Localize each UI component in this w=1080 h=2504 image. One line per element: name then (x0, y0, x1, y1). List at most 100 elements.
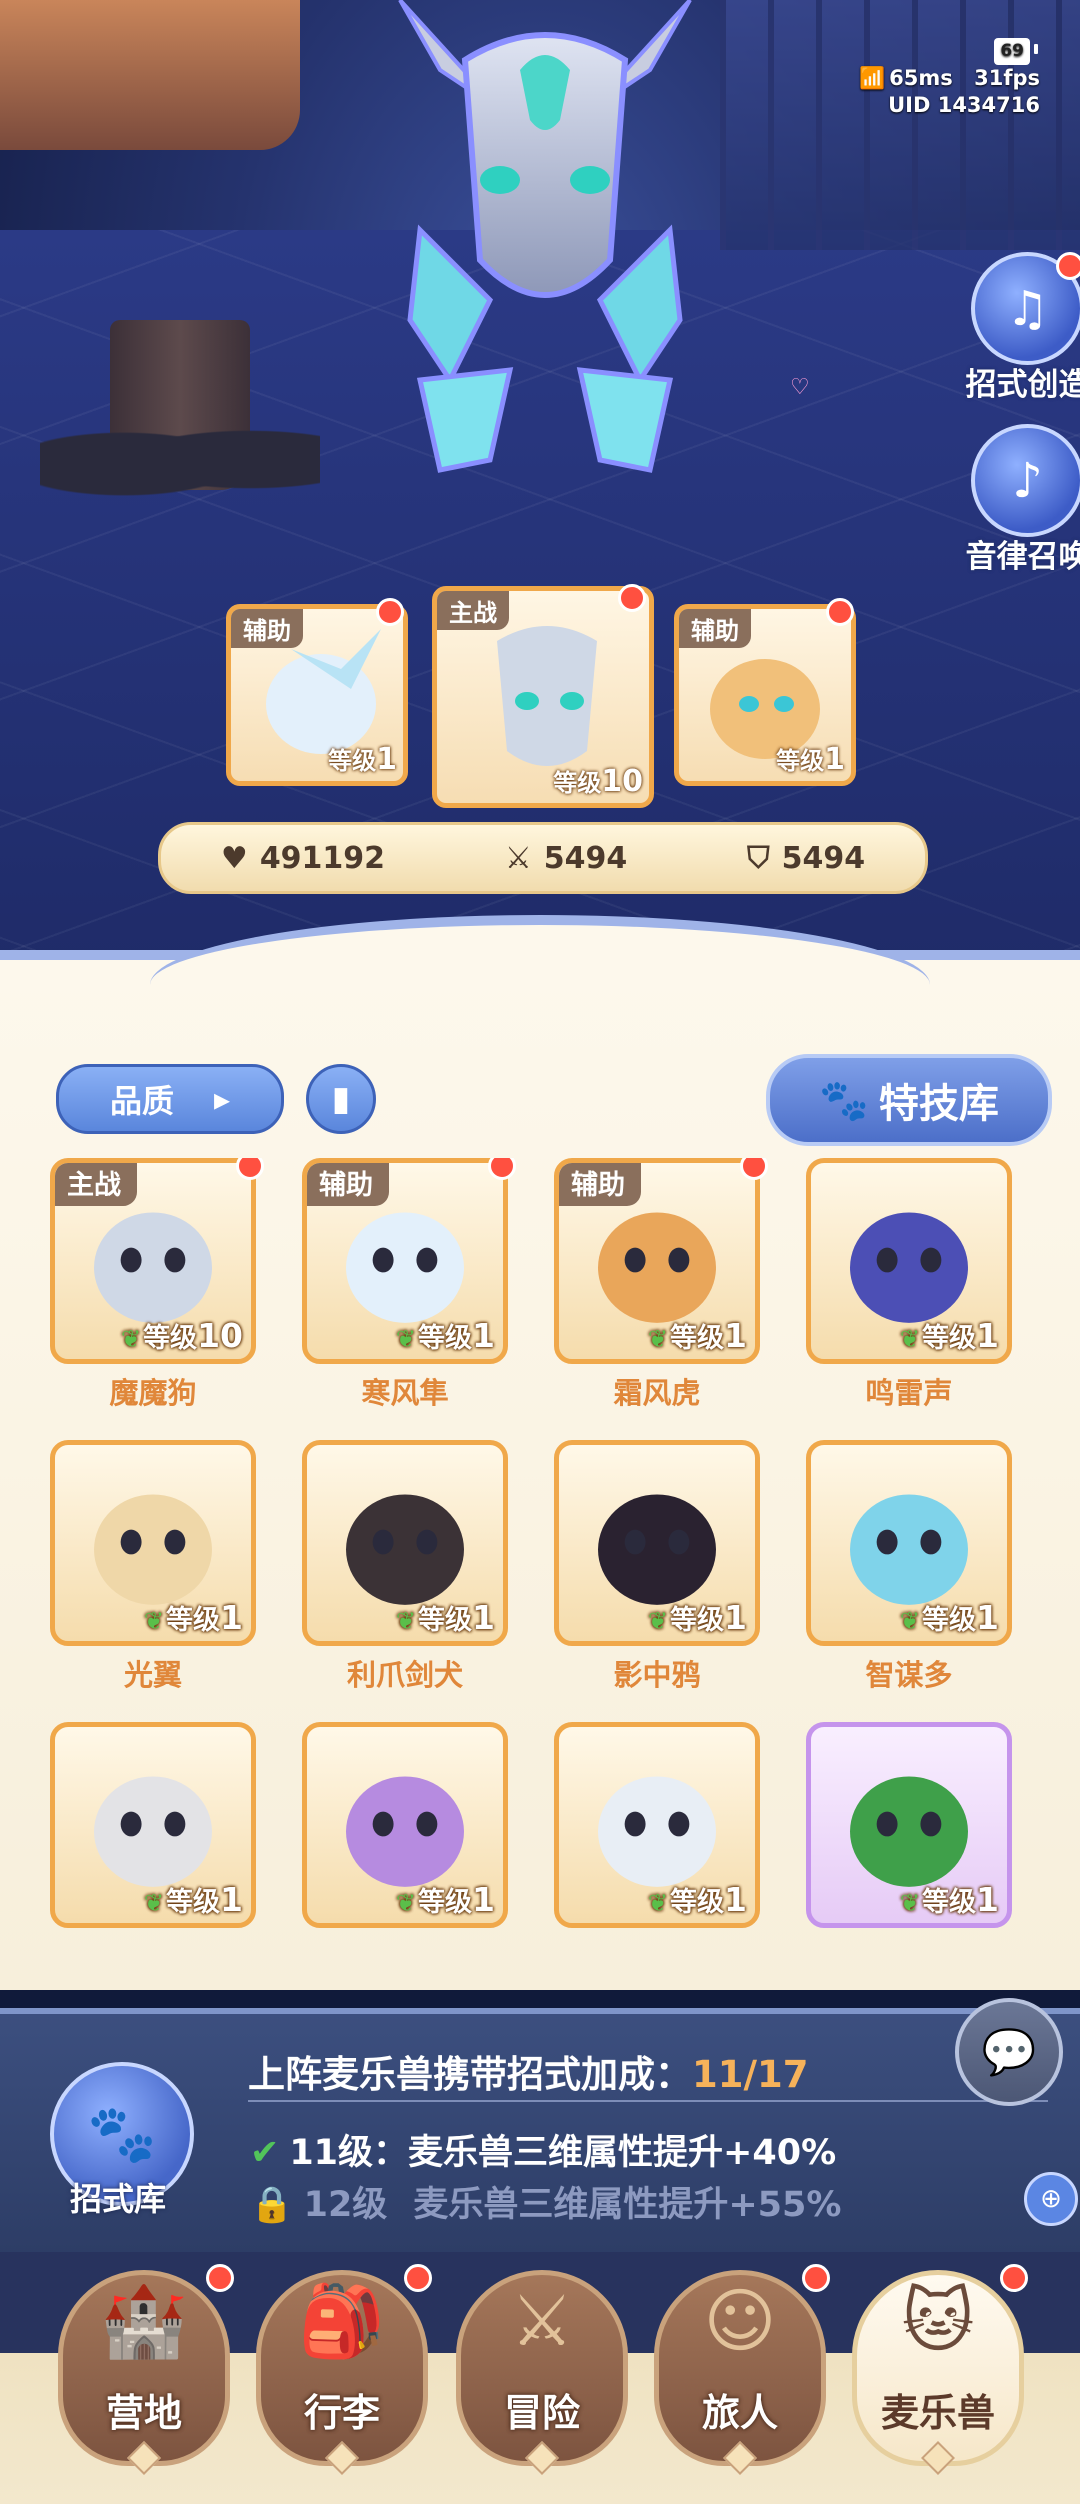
pet-body (850, 1776, 968, 1887)
pet-name: 利爪剑犬 (346, 1658, 463, 1692)
pet-body (94, 1776, 212, 1887)
level-label: ❦等级10 (120, 1316, 243, 1355)
pet-eye (876, 1811, 898, 1837)
nav-item[interactable]: 🏰 营地 (58, 2264, 234, 2475)
nav-label: 麦乐兽 (880, 2391, 995, 2435)
team-stats-bar: ♥ 491192 ⚔ 5494 ⛉ 5494 (158, 822, 928, 894)
book-icon: ▮ (331, 1079, 351, 1119)
pet-eye (164, 1529, 186, 1555)
codex-button[interactable]: ▮ (306, 1064, 376, 1134)
chat-bubble-icon: 💬 (981, 2027, 1037, 2078)
role-tag: 辅助 (307, 1163, 389, 1206)
zoom-button[interactable]: ⊕ (1024, 2172, 1078, 2226)
leaf-icon: ❦ (143, 1607, 165, 1635)
pet-body (346, 1212, 464, 1323)
heart-icon: ♥ (220, 840, 248, 876)
nav-item[interactable]: 🎒 行李 (256, 2264, 432, 2475)
pet-eye (624, 1811, 646, 1837)
nav-item[interactable]: ⚔ 冒险 (456, 2270, 628, 2475)
pet-grid: 主战 ❦等级10 魔魔狗 辅助 ❦等级1 寒风隼 辅助 ❦等级1 霜风虎 ❦等级1 鸣雷声 ❦等级1 光… (0, 1158, 1080, 1930)
pet-eye (120, 1247, 142, 1273)
pet-card[interactable]: ❦等级1 鸣雷声 (806, 1158, 1026, 1412)
team-slot-right[interactable]: 辅助 等级1 (674, 604, 856, 786)
pet-eye (416, 1529, 438, 1555)
level-label: 等级1 (328, 742, 397, 777)
backpack-icon: 🎒 (298, 2280, 386, 2362)
pet-card[interactable]: ❦等级1 智谋多 (806, 1440, 1026, 1694)
melody-summon-button[interactable]: ♪ 音律召唤 (955, 424, 1080, 576)
skill-create-button[interactable]: ♫ 招式创造 (955, 252, 1080, 404)
pet-card[interactable]: 主战 ❦等级10 魔魔狗 (50, 1158, 270, 1412)
pet-body (598, 1776, 716, 1887)
nav-item[interactable]: 🐱 麦乐兽 (852, 2264, 1028, 2475)
nav-label: 行李 (303, 2391, 380, 2435)
notification-dot (802, 2264, 830, 2292)
level-label: 等级1 (776, 742, 845, 777)
pet-eye (624, 1529, 646, 1555)
level-label: ❦等级1 (143, 1598, 243, 1637)
pet-name: 光翼 (123, 1658, 182, 1692)
pet-eye (876, 1529, 898, 1555)
notification-dot (404, 2264, 432, 2292)
nav-item[interactable]: ☺ 旅人 (654, 2264, 830, 2475)
sort-arrow-icon: ▸ (213, 1080, 231, 1118)
pet-portrait-frame: ❦等级1 (554, 1440, 760, 1646)
level-label: ❦等级1 (395, 1598, 495, 1637)
quality-filter-label: 品质 (109, 1082, 174, 1120)
team-slot-main[interactable]: 主战 等级10 (432, 586, 654, 808)
role-tag: 主战 (437, 591, 509, 630)
pet-portrait-frame: ❦等级1 (50, 1722, 256, 1928)
pet-card[interactable]: 辅助 ❦等级1 寒风隼 (302, 1158, 522, 1412)
pet-portrait-frame: ❦等级1 (302, 1722, 508, 1928)
leaf-icon: ❦ (647, 1607, 669, 1635)
nav-label: 营地 (105, 2391, 182, 2435)
pet-name: 魔魔狗 (109, 1376, 197, 1410)
level-label: ❦等级1 (647, 1880, 747, 1919)
pet-eye (164, 1811, 186, 1837)
skill-bonus-bar: 🐾 招式库 上阵麦乐兽携带招式加成：11/17 ✔ 11级：麦乐兽三维属性提升+4… (0, 2008, 1080, 2258)
pet-body (94, 1494, 212, 1605)
pet-body (598, 1494, 716, 1605)
pet-card[interactable]: ❦等级1 影中鸦 (554, 1440, 774, 1694)
team-slot-left[interactable]: 辅助 等级1 (226, 604, 408, 786)
skill-library-button[interactable]: 🐾 特技库 (766, 1054, 1052, 1146)
pet-portrait-frame: 辅助 ❦等级1 (302, 1158, 508, 1364)
pet-icon: 🐱 (901, 2280, 975, 2362)
pet-body (598, 1212, 716, 1323)
leaf-icon: ❦ (120, 1325, 142, 1353)
pet-card[interactable]: ❦等级1 (806, 1722, 1026, 1928)
skill-create-label: 招式创造 (965, 367, 1080, 403)
pet-card[interactable]: ❦等级1 (554, 1722, 774, 1928)
main-pet-model[interactable] (380, 0, 710, 500)
leaf-icon: ❦ (899, 1889, 921, 1917)
pet-card[interactable]: ❦等级1 (302, 1722, 522, 1928)
pet-card[interactable]: 辅助 ❦等级1 霜风虎 (554, 1158, 774, 1412)
leaf-icon: ❦ (395, 1325, 417, 1353)
tier-text: 麦乐兽三维属性提升+40% (408, 2133, 837, 2173)
scene-sacks (40, 410, 320, 500)
nav-label: 冒险 (503, 2391, 580, 2435)
melody-summon-label: 音律召唤 (965, 539, 1080, 575)
skill-create-icon: ♫ (971, 252, 1080, 365)
pet-name: 鸣雷声 (865, 1376, 953, 1410)
pet-eye (668, 1811, 690, 1837)
level-label: ❦等级1 (143, 1880, 243, 1919)
battery-indicator: 69 (994, 38, 1038, 65)
bonus-title-text: 上阵麦乐兽携带招式加成： (248, 2053, 692, 2096)
quality-filter-button[interactable]: 品质 ▸ (56, 1064, 284, 1134)
pet-portrait-frame: ❦等级1 (806, 1158, 1012, 1364)
pet-card[interactable]: ❦等级1 (50, 1722, 270, 1928)
tier-text: 麦乐兽三维属性提升+55% (413, 2185, 842, 2225)
pet-card[interactable]: ❦等级1 利爪剑犬 (302, 1440, 522, 1694)
uid-text: UID 1434716 (888, 93, 1040, 117)
level-label: ❦等级1 (899, 1880, 999, 1919)
pet-body (850, 1212, 968, 1323)
chat-button[interactable]: 💬 (955, 1998, 1063, 2106)
pet-portrait-frame: ❦等级1 (806, 1722, 1012, 1928)
pet-eye (372, 1529, 394, 1555)
ping-text: 65ms (889, 66, 953, 90)
level-label: ❦等级1 (395, 1316, 495, 1355)
pet-eye (372, 1247, 394, 1273)
pet-portrait-frame: ❦等级1 (806, 1440, 1012, 1646)
pet-card[interactable]: ❦等级1 光翼 (50, 1440, 270, 1694)
